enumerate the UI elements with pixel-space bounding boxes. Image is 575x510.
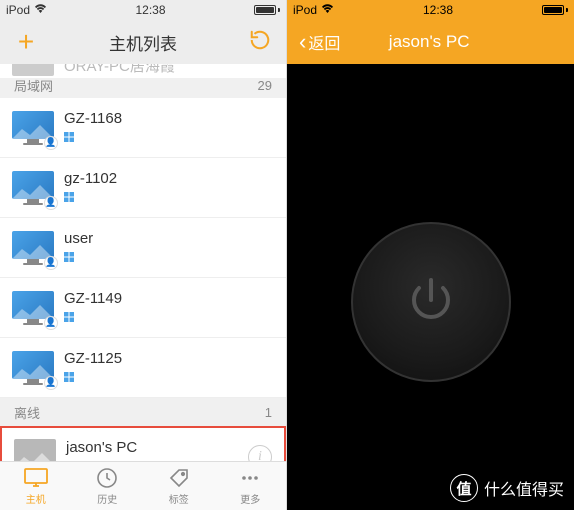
host-name-label: ORAY-PC居海霞 (64, 64, 175, 76)
section-label: 离线 (14, 403, 40, 422)
back-label: 返回 (308, 30, 340, 54)
tab-more[interactable]: 更多 (215, 462, 287, 510)
monitor-icon: 👤 (12, 111, 54, 147)
more-icon (239, 466, 261, 490)
device-label: iPod (293, 3, 317, 17)
monitor-icon: 👤 (12, 351, 54, 387)
user-badge-icon: 👤 (44, 316, 58, 330)
user-badge-icon: 👤 (44, 376, 58, 390)
user-badge-icon: 👤 (44, 136, 58, 150)
watermark: 值 什么值得买 (450, 474, 564, 502)
battery-icon (254, 5, 280, 15)
user-badge-icon: 👤 (44, 196, 58, 210)
host-name-label: GZ-1149 (64, 290, 274, 307)
battery-icon (542, 5, 568, 15)
section-count: 29 (258, 78, 272, 93)
tab-hosts[interactable]: 主机 (0, 462, 72, 510)
host-row[interactable]: 👤 GZ-1125 (0, 338, 286, 398)
host-row[interactable]: jason's PC i (0, 426, 286, 461)
section-header-online: 局域网 29 (0, 78, 286, 98)
clock: 12:38 (423, 3, 453, 17)
host-name-label: GZ-1125 (64, 350, 274, 367)
host-name-label: GZ-1168 (64, 110, 274, 127)
tab-label: 更多 (240, 491, 260, 506)
monitor-icon (14, 439, 56, 461)
windows-icon (64, 249, 274, 267)
nav-title: jason's PC (340, 32, 518, 52)
power-icon (401, 270, 461, 335)
status-bar: iPod 12:38 (287, 0, 574, 20)
tab-label: 历史 (97, 491, 117, 506)
info-icon: i (258, 449, 262, 461)
watermark-badge: 值 (450, 474, 478, 502)
back-button[interactable]: ‹ 返回 (299, 29, 340, 55)
tab-tags[interactable]: 标签 (143, 462, 215, 510)
section-count: 1 (265, 405, 272, 420)
power-screen: iPod 12:38 ‹ 返回 jason's PC (287, 0, 574, 510)
wifi-icon (321, 3, 334, 17)
host-list[interactable]: ORAY-PC居海霞 局域网 29 👤 GZ-1168 (0, 64, 286, 461)
section-header-offline: 离线 1 (0, 398, 286, 426)
tab-bar: 主机 历史 标签 更多 (0, 461, 286, 510)
device-label: iPod (6, 3, 30, 17)
info-button[interactable]: i (248, 445, 272, 461)
windows-icon (64, 369, 274, 387)
power-panel (287, 64, 574, 510)
monitor-icon: 👤 (12, 231, 54, 267)
section-label: 局域网 (14, 76, 53, 95)
host-row[interactable]: 👤 GZ-1168 (0, 98, 286, 158)
chevron-left-icon: ‹ (299, 29, 306, 55)
clock: 12:38 (136, 3, 166, 17)
power-button[interactable] (351, 222, 511, 382)
windows-icon (64, 129, 274, 147)
refresh-icon (249, 29, 271, 56)
refresh-button[interactable] (246, 29, 274, 56)
windows-icon (64, 309, 274, 327)
host-row[interactable]: 👤 user (0, 218, 286, 278)
host-row[interactable]: 👤 gz-1102 (0, 158, 286, 218)
host-name-label: jason's PC (66, 439, 238, 456)
tab-label: 主机 (26, 491, 46, 506)
host-name-label: gz-1102 (64, 170, 274, 187)
status-bar: iPod 12:38 (0, 0, 286, 20)
monitor-icon: 👤 (12, 291, 54, 327)
watermark-text: 什么值得买 (484, 476, 564, 500)
nav-bar: + 主机列表 (0, 20, 286, 64)
clock-icon (96, 466, 118, 490)
plus-icon: + (18, 28, 34, 56)
tab-label: 标签 (169, 491, 189, 506)
tag-icon (168, 466, 190, 490)
nav-bar: ‹ 返回 jason's PC (287, 20, 574, 64)
wifi-icon (34, 3, 47, 17)
windows-icon (64, 189, 274, 207)
nav-title: 主机列表 (40, 30, 246, 55)
tab-history[interactable]: 历史 (72, 462, 144, 510)
monitor-icon: 👤 (12, 171, 54, 207)
host-name-label: user (64, 230, 274, 247)
host-row[interactable]: 👤 GZ-1149 (0, 278, 286, 338)
add-button[interactable]: + (12, 28, 40, 56)
host-list-screen: iPod 12:38 + 主机列表 (0, 0, 287, 510)
monitor-tab-icon (23, 466, 49, 490)
user-badge-icon: 👤 (44, 256, 58, 270)
